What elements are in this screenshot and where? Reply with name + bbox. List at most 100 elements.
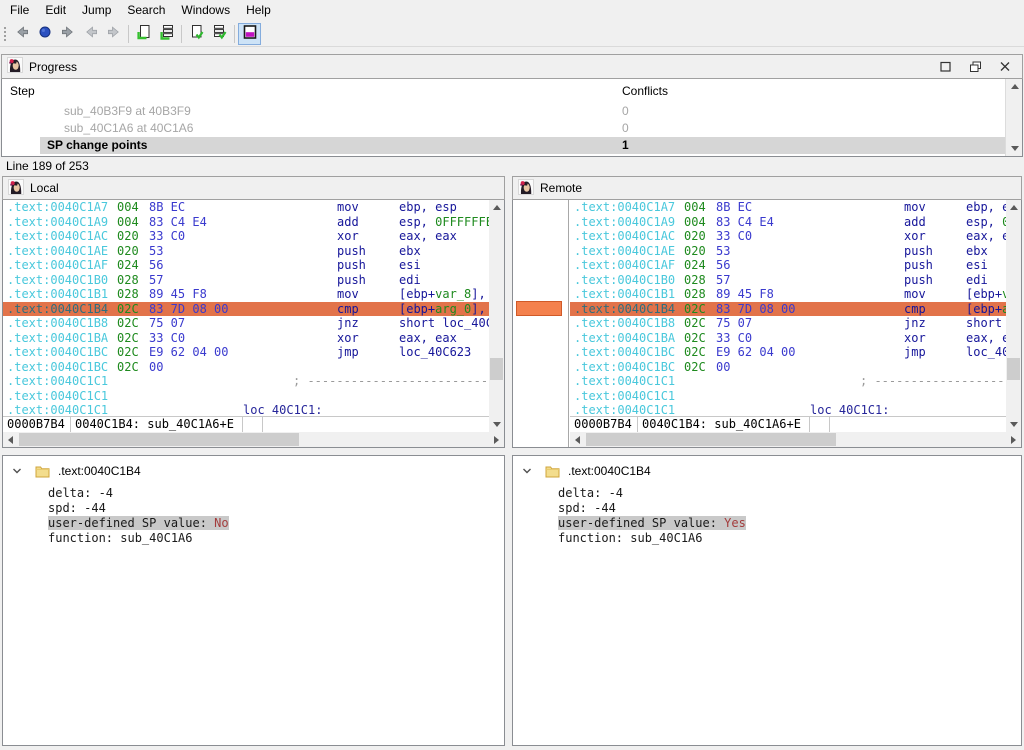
progress-row[interactable]: sub_40C1A6 at 40C1A60 (2, 120, 1005, 137)
disasm-line[interactable]: .text:0040C1BA02C33 C0xoreax, eax (570, 331, 1006, 346)
disasm-line[interactable]: .text:0040C1BA02C33 C0xoreax, eax (3, 331, 489, 346)
scroll-right-icon[interactable] (1011, 436, 1016, 444)
disasm-line[interactable]: .text:0040C1BC02C00 (570, 360, 1006, 375)
local-vertical-scrollbar[interactable] (489, 200, 504, 432)
use-local-page-button[interactable] (132, 23, 155, 45)
detail-line[interactable]: spd: -44 (48, 501, 504, 516)
scroll-up-icon[interactable] (1011, 84, 1019, 89)
scrollbar-thumb[interactable] (1007, 358, 1020, 380)
detail-line[interactable]: user-defined SP value: No (48, 516, 504, 531)
disasm-line[interactable]: .text:0040C1B802C75 07jnzshort loc_40C1C… (3, 316, 489, 331)
local-horizontal-scrollbar[interactable] (3, 432, 504, 447)
maximize-button[interactable] (933, 57, 957, 76)
back-button[interactable] (10, 23, 33, 45)
operand-segment: eax, eax (399, 229, 457, 243)
disasm-line[interactable]: .text:0040C1C1 (3, 389, 489, 404)
detail-line[interactable]: spd: -44 (558, 501, 1021, 516)
disasm-line[interactable]: .text:0040C1C1; ------------------------… (570, 374, 1006, 389)
chevron-down-icon[interactable] (11, 465, 25, 477)
disasm-mnemonic: cmp (904, 302, 966, 317)
progress-vertical-scrollbar[interactable] (1005, 79, 1022, 156)
merge-view-button[interactable] (238, 23, 261, 45)
column-header-conflicts[interactable]: Conflicts (622, 79, 668, 103)
disasm-line[interactable]: .text:0040C1B002857pushedi (3, 273, 489, 288)
disasm-line[interactable]: .text:0040C1A900483 C4 E4addesp, 0FFFFFF… (570, 215, 1006, 230)
progress-row[interactable]: SP change points1 (2, 137, 1005, 154)
close-icon[interactable] (993, 57, 1017, 76)
disasm-line[interactable]: .text:0040C1AC02033 C0xoreax, eax (3, 229, 489, 244)
scroll-up-icon[interactable] (493, 205, 501, 210)
stack-accept-icon (212, 24, 228, 43)
disasm-line[interactable]: .text:0040C1AF02456pushesi (570, 258, 1006, 273)
disasm-line[interactable]: .text:0040C1B102889 45 F8mov[ebp+var_8],… (3, 287, 489, 302)
scroll-down-icon[interactable] (1011, 146, 1019, 151)
menu-file[interactable]: File (2, 0, 37, 21)
scrollbar-thumb[interactable] (586, 433, 836, 446)
disasm-operands: esi (399, 258, 489, 273)
tree-node[interactable]: .text:0040C1B4 (521, 462, 1021, 480)
chevron-down-icon[interactable] (521, 465, 535, 477)
disasm-line[interactable]: .text:0040C1B402C83 7D 08 00cmp[ebp+arg_… (3, 302, 489, 317)
disasm-operands: ebp, esp (966, 200, 1006, 215)
menu-windows[interactable]: Windows (173, 0, 238, 21)
progress-panel: Progress Step Conflicts sub_40B3F9 at 40… (1, 54, 1023, 157)
forward-button[interactable] (56, 23, 79, 45)
disasm-line[interactable]: .text:0040C1B402C83 7D 08 00cmp[ebp+arg_… (570, 302, 1006, 317)
disasm-line[interactable]: .text:0040C1BC02CE9 62 04 00jmploc_40C62… (3, 345, 489, 360)
remote-horizontal-scrollbar[interactable] (570, 432, 1021, 447)
remote-vertical-scrollbar[interactable] (1006, 200, 1021, 432)
scrollbar-thumb[interactable] (490, 358, 503, 380)
previous-button[interactable] (79, 23, 102, 45)
disasm-line[interactable]: .text:0040C1B802C75 07jnzshort loc_40C1C… (570, 316, 1006, 331)
scroll-up-icon[interactable] (1010, 205, 1018, 210)
toolbar-drag-handle[interactable] (2, 25, 8, 43)
detail-line[interactable]: function: sub_40C1A6 (558, 531, 1021, 546)
tree-node[interactable]: .text:0040C1B4 (11, 462, 504, 480)
disasm-line[interactable]: .text:0040C1A900483 C4 E4addesp, 0FFFFFF… (3, 215, 489, 230)
accept-page-button[interactable] (185, 23, 208, 45)
progress-row[interactable]: sub_40B3F9 at 40B3F90 (2, 103, 1005, 120)
conflict-marker[interactable] (516, 301, 562, 316)
scroll-left-icon[interactable] (8, 436, 13, 444)
disasm-mnemonic: mov (904, 287, 966, 302)
tree-node-label: .text:0040C1B4 (58, 464, 141, 478)
stop-button[interactable] (33, 23, 56, 45)
disasm-address: .text:0040C1B4 (7, 302, 117, 317)
restore-button[interactable] (963, 57, 987, 76)
detail-line[interactable]: user-defined SP value: Yes (558, 516, 1021, 531)
disasm-line[interactable]: .text:0040C1C1loc_40C1C1: (570, 403, 1006, 416)
scroll-right-icon[interactable] (494, 436, 499, 444)
disasm-line[interactable]: .text:0040C1BC02CE9 62 04 00jmploc_40C62… (570, 345, 1006, 360)
disasm-line[interactable]: .text:0040C1AC02033 C0xoreax, eax (570, 229, 1006, 244)
disasm-line[interactable]: .text:0040C1B102889 45 F8mov[ebp+var_8],… (570, 287, 1006, 302)
disasm-line[interactable]: .text:0040C1AF02456pushesi (3, 258, 489, 273)
detail-line[interactable]: function: sub_40C1A6 (48, 531, 504, 546)
disasm-address: .text:0040C1BC (574, 345, 684, 360)
menu-jump[interactable]: Jump (74, 0, 119, 21)
next-button[interactable] (102, 23, 125, 45)
disasm-bytes: 33 C0 (149, 331, 337, 346)
accept-list-button[interactable] (208, 23, 231, 45)
scroll-down-icon[interactable] (1010, 422, 1018, 427)
detail-line[interactable]: delta: -4 (558, 486, 1021, 501)
disasm-line[interactable]: .text:0040C1AE02053pushebx (3, 244, 489, 259)
column-header-step[interactable]: Step (2, 84, 35, 98)
remote-titlebar: Remote (512, 176, 1022, 200)
disasm-line[interactable]: .text:0040C1C1loc_40C1C1: (3, 403, 489, 416)
disasm-line[interactable]: .text:0040C1B002857pushedi (570, 273, 1006, 288)
disasm-line[interactable]: .text:0040C1C1; ------------------------… (3, 374, 489, 389)
disasm-mnemonic: push (337, 258, 399, 273)
detail-line[interactable]: delta: -4 (48, 486, 504, 501)
scrollbar-thumb[interactable] (19, 433, 299, 446)
disasm-line[interactable]: .text:0040C1A70048B ECmovebp, esp (3, 200, 489, 215)
menu-help[interactable]: Help (238, 0, 279, 21)
scroll-down-icon[interactable] (493, 422, 501, 427)
disasm-line[interactable]: .text:0040C1A70048B ECmovebp, esp (570, 200, 1006, 215)
menu-search[interactable]: Search (119, 0, 173, 21)
disasm-line[interactable]: .text:0040C1AE02053pushebx (570, 244, 1006, 259)
scroll-left-icon[interactable] (575, 436, 580, 444)
use-local-list-button[interactable] (155, 23, 178, 45)
disasm-line[interactable]: .text:0040C1BC02C00 (3, 360, 489, 375)
menu-edit[interactable]: Edit (37, 0, 74, 21)
disasm-line[interactable]: .text:0040C1C1 (570, 389, 1006, 404)
